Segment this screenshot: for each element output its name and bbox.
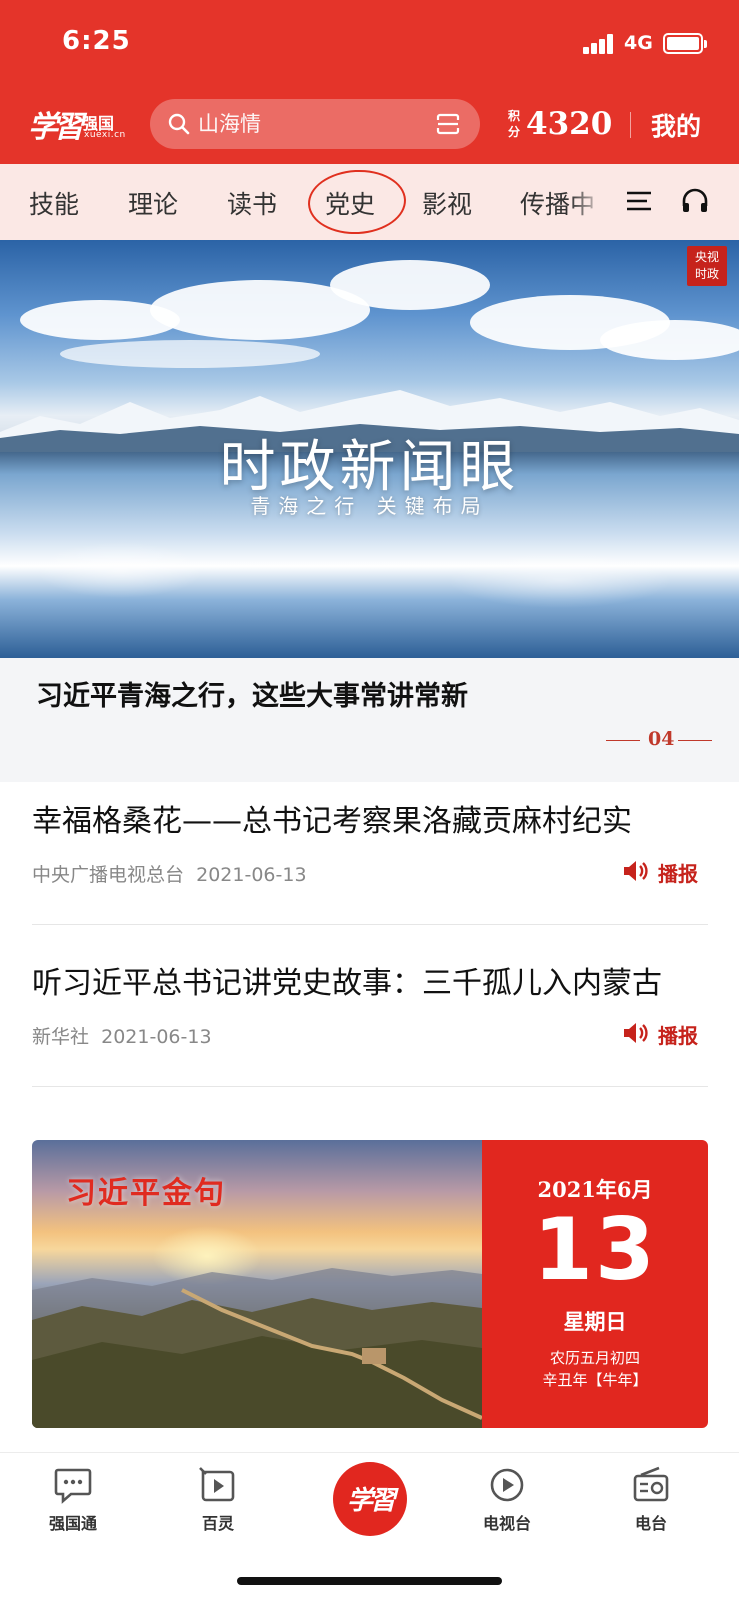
search-bar[interactable]	[150, 99, 480, 149]
date-panel: 2021年6月 13 星期日 农历五月初四 辛丑年【牛年】	[482, 1140, 708, 1428]
video-play-icon	[199, 1467, 235, 1502]
nav-label: 强国通	[48, 1514, 97, 1533]
news-date: 2021-06-13	[196, 864, 307, 886]
news-item[interactable]: 听习近平总书记讲党史故事：三千孤儿入内蒙古 新华社 2021-06-13 播报	[32, 958, 708, 1058]
home-indicator	[237, 1577, 502, 1585]
great-wall-image: 习近平金句	[32, 1140, 482, 1428]
speaker-icon	[624, 1023, 648, 1043]
nav-label: 百灵	[201, 1514, 234, 1533]
hero-banner[interactable]: 央视 时政 时政新闻眼 青海之行 关键布局	[0, 240, 739, 658]
banner-subtitle: 青海之行 关键布局	[250, 494, 489, 518]
tab-reading[interactable]: 读书	[227, 185, 277, 221]
status-time: 6:25	[62, 26, 131, 56]
nav-label: 电视台	[482, 1514, 531, 1533]
divider	[32, 1086, 708, 1087]
logo-sub: xuexi.cn	[84, 130, 126, 140]
tv-play-icon	[490, 1468, 524, 1502]
points-value: 4320	[526, 106, 613, 142]
lunar-year: 辛丑年【牛年】	[542, 1371, 648, 1389]
nav-radio[interactable]: 电台	[601, 1466, 701, 1534]
search-icon	[168, 113, 190, 135]
points-display[interactable]: 积分 4320	[508, 104, 616, 148]
chat-icon	[54, 1468, 92, 1504]
quote-card-title: 习近平金句	[66, 1176, 226, 1211]
lunar-date: 农历五月初四	[549, 1349, 640, 1367]
broadcast-button[interactable]: 播报	[622, 1018, 708, 1048]
scan-icon[interactable]	[435, 112, 461, 136]
logo-glyph: 学習	[28, 110, 84, 145]
nav-bailing[interactable]: 百灵	[168, 1466, 268, 1534]
radio-icon	[633, 1466, 669, 1502]
news-date: 2021-06-13	[101, 1026, 212, 1048]
date-day: 13	[533, 1200, 657, 1300]
nav-qiangguotong[interactable]: 强国通	[23, 1466, 123, 1534]
news-meta: 中央广播电视总台 2021-06-13	[32, 860, 307, 887]
tab-fade	[570, 164, 620, 240]
broadcast-button[interactable]: 播报	[622, 856, 708, 886]
divider	[32, 924, 708, 925]
tab-film[interactable]: 影视	[422, 185, 472, 221]
date-weekday: 星期日	[563, 1309, 627, 1334]
broadcast-label: 播报	[658, 1024, 698, 1048]
news-source: 中央广播电视总台	[32, 864, 185, 886]
header-divider	[630, 112, 631, 138]
points-label: 积分	[508, 109, 521, 139]
mine-button[interactable]: 我的	[651, 107, 701, 143]
signal-icon	[583, 34, 619, 54]
news-item[interactable]: 幸福格桑花——总书记考察果洛藏贡麻村纪实 中央广播电视总台 2021-06-13…	[32, 796, 708, 896]
speaker-icon	[624, 861, 648, 881]
xuexi-logo[interactable]: 学習 强国 xuexi.cn	[28, 104, 128, 145]
date-lunar: 农历五月初四 辛丑年【牛年】	[482, 1347, 708, 1391]
banner-pager: 04	[606, 728, 712, 752]
cctv-badge: 央视 时政	[687, 246, 727, 286]
network-type: 4G	[624, 32, 653, 54]
quote-card[interactable]: 习近平金句 2021年6月 13 星期日 农历五月初四 辛丑年【牛年】	[32, 1140, 708, 1428]
tab-skills[interactable]: 技能	[29, 185, 79, 221]
news-meta: 新华社 2021-06-13	[32, 1022, 212, 1049]
search-input[interactable]	[198, 107, 418, 141]
news-title[interactable]: 幸福格桑花——总书记考察果洛藏贡麻村纪实	[32, 796, 632, 840]
menu-icon[interactable]	[626, 190, 652, 212]
pager-number: 04	[648, 728, 675, 750]
nav-tv[interactable]: 电视台	[457, 1466, 557, 1534]
news-title[interactable]: 听习近平总书记讲党史故事：三千孤儿入内蒙古	[32, 958, 662, 1002]
nav-xuexi-home[interactable]: 学習	[333, 1462, 407, 1536]
status-bar: 6:25 4G	[0, 0, 739, 90]
news-source: 新华社	[32, 1026, 90, 1048]
nav-label: 电台	[634, 1514, 667, 1533]
headset-icon[interactable]	[681, 188, 709, 214]
tab-theory[interactable]: 理论	[128, 185, 178, 221]
broadcast-label: 播报	[658, 862, 698, 886]
banner-headline[interactable]: 习近平青海之行，这些大事常讲常新	[36, 674, 468, 713]
battery-icon	[663, 33, 707, 54]
xuexi-logo-icon: 学習	[346, 1486, 396, 1516]
